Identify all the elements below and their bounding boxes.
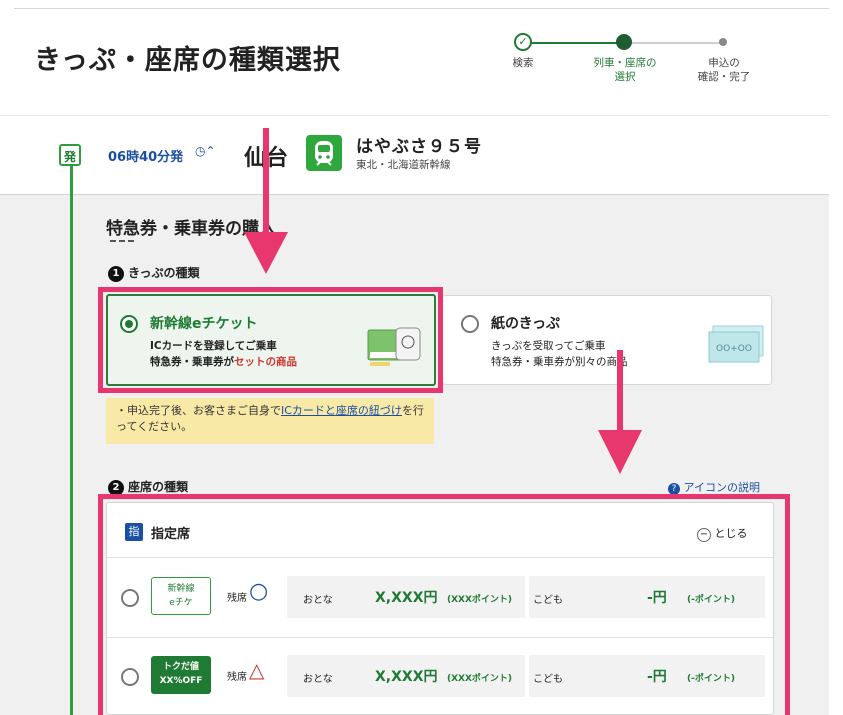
train-name: はやぶさ９５号 <box>356 137 482 157</box>
step-label-search: 検索 <box>512 57 534 69</box>
departure-time: 06時40分発 <box>108 150 184 165</box>
step-connector-done <box>524 42 624 44</box>
icon-help-link[interactable]: ? アイコンの説明 <box>668 479 760 495</box>
top-divider <box>14 8 829 9</box>
step-current-dot <box>616 34 632 50</box>
seat-type-heading: 2 座席の種類 <box>108 478 188 496</box>
step-label-select: 列車・座席の 選択 <box>593 57 657 83</box>
progress-stepper: ✓ 検索 列車・座席の 選択 申込の 確認・完了 <box>490 28 760 98</box>
step-number-1: 1 <box>108 265 124 282</box>
time-toggle-icon[interactable]: ◷⌃ <box>195 144 216 158</box>
ic-link-help[interactable]: ICカードと座席の紐づけ <box>281 404 402 417</box>
page-title: きっぷ・座席の種類選択 <box>34 45 341 76</box>
eticket-note: ・申込完了後、お客さまご自身でICカードと座席の紐づけを行ってください。 <box>106 398 434 444</box>
highlight-eticket <box>98 287 443 393</box>
highlight-seat-panel <box>98 494 790 715</box>
arrow-down-icon <box>590 350 650 478</box>
arrow-down-icon <box>236 128 296 278</box>
train-icon <box>306 135 342 171</box>
paper-ticket-graphic-text: OO+OO <box>716 344 752 354</box>
step-connector-todo <box>624 42 724 44</box>
paper-ticket-radio[interactable] <box>461 315 479 333</box>
step-check-icon: ✓ <box>514 33 532 51</box>
step-label-confirm: 申込の 確認・完了 <box>697 57 751 83</box>
train-line: 東北・北海道新幹線 <box>356 159 451 171</box>
paper-ticket-desc-1: きっぷを受取ってご乗車 <box>491 340 606 352</box>
paper-ticket-title: 紙のきっぷ <box>491 316 561 332</box>
step-pending-dot <box>719 38 727 46</box>
route-line <box>70 160 73 715</box>
ticket-type-heading: 1 きっぷの種類 <box>108 264 200 282</box>
section-underline <box>110 240 134 242</box>
departure-badge: 発 <box>59 144 81 166</box>
paper-ticket-icon: OO+OO <box>707 324 765 364</box>
